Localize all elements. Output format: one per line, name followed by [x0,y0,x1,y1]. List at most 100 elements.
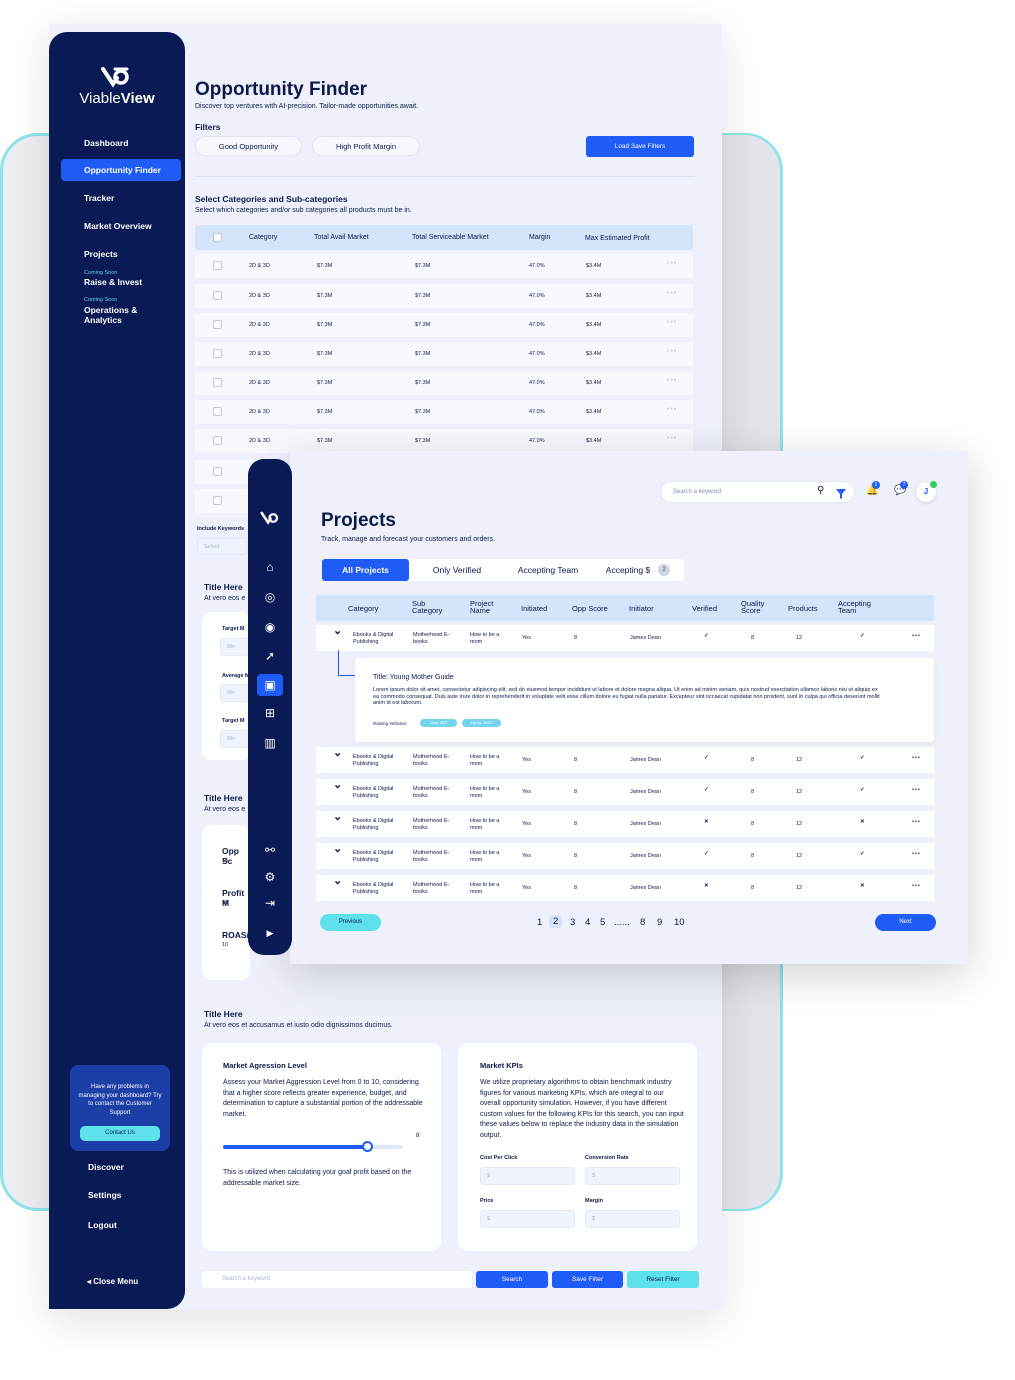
load-save-filters-button[interactable]: Load Save Filters [586,136,694,157]
row-more-icon[interactable]: ••• [667,377,677,384]
next-button[interactable]: Next [875,914,936,931]
target-min-input[interactable]: Min [220,730,250,748]
sidebar-item-raise-invest[interactable]: Raise & Invest [84,277,142,287]
row-checkbox[interactable] [213,467,222,476]
conversion-rate-input[interactable]: $ [585,1167,680,1185]
target-min-input[interactable]: Min [220,638,250,656]
filter-pill-high-profit-margin[interactable]: High Profit Margin [312,136,420,156]
cpc-input[interactable]: $ [480,1167,575,1185]
row-checkbox[interactable] [213,261,222,270]
row-checkbox[interactable] [213,496,222,505]
row-more-icon[interactable]: ••• [667,348,677,355]
eye-icon[interactable]: ◉ [262,619,278,635]
chevron-down-icon[interactable]: ⌄ [333,876,342,886]
check-icon: ✓ [704,851,709,857]
row-checkbox[interactable] [213,291,222,300]
row-checkbox[interactable] [213,407,222,416]
chevron-down-icon[interactable]: ⌄ [333,626,342,636]
row-more-icon[interactable]: ••• [912,755,921,762]
filter-pill-good-opportunity[interactable]: Good Opportunity [195,136,302,156]
aggression-slider-track[interactable] [223,1141,403,1152]
price-label: Price [480,1198,494,1204]
sidebar-item-tracker[interactable]: Tracker [61,187,181,209]
chevron-down-icon[interactable]: ⌄ [333,812,342,822]
check-icon: ✓ [860,787,865,793]
controller-icon[interactable]: ⚯ [262,842,278,858]
sidebar-item-dashboard[interactable]: Dashboard [61,132,181,154]
page-number[interactable]: 4 [585,917,590,928]
sidebar-item-projects[interactable]: Projects [61,243,181,265]
table-row[interactable]: ⌄ Ebooks & Digital Publishing Motherhood E… [316,779,934,805]
row-more-icon[interactable]: ••• [667,260,677,267]
box-icon[interactable]: ▣ [257,674,283,696]
page-number[interactable]: 1 [537,917,542,928]
table-row[interactable]: ⌄ Ebooks & Digital Publishing Motherhood E… [316,625,934,651]
table-row [195,460,255,484]
row-more-icon[interactable]: ••• [912,883,921,890]
chevron-down-icon[interactable]: ⌄ [333,748,342,758]
page-title: Opportunity Finder [195,79,368,100]
table-row[interactable]: ⌄ Ebooks & Digital Publishing Motherhood E… [316,811,934,837]
row-more-icon[interactable]: ••• [667,290,677,297]
page-number[interactable]: 10 [674,917,685,928]
aggression-slider-handle[interactable] [362,1141,373,1152]
page-number[interactable]: 8 [640,917,645,928]
cell-sub-category: Motherhood E-books [413,850,450,863]
page-subtitle: Discover top ventures with AI-precision.… [195,103,419,110]
close-menu-button[interactable]: ◂ Close Menu [87,1277,138,1286]
sidebar-item-operations-analytics[interactable]: Operations & Analytics [84,305,154,325]
row-more-icon[interactable]: ••• [667,406,677,413]
tab-only-verified[interactable]: Only Verified [417,559,497,581]
sidebar-item-logout[interactable]: Logout [88,1220,117,1230]
page-number[interactable]: 3 [570,917,575,928]
gear-icon[interactable]: ⚙ [262,869,278,885]
keywords-select[interactable]: Select [197,538,247,555]
tab-all-projects[interactable]: All Projects [322,559,409,581]
chevron-down-icon[interactable]: ⌄ [333,844,342,854]
row-more-icon[interactable]: ••• [912,633,921,640]
page-number[interactable]: 2 [549,915,563,928]
table-row[interactable]: ⌄ Ebooks & Digital Publishing Motherhood E… [316,875,934,901]
select-all-checkbox[interactable] [213,233,222,242]
projects-search-input[interactable]: Search a keyword [660,481,855,503]
bottom-search-input[interactable]: Search a keyword [202,1271,472,1288]
save-filter-button[interactable]: Save Filter [552,1271,623,1288]
row-more-icon[interactable]: ••• [912,787,921,794]
rocket-icon[interactable]: ➚ [262,648,278,664]
tab-accepting-money[interactable]: Accepting $ [600,559,656,581]
row-more-icon[interactable]: ••• [912,851,921,858]
contact-us-button[interactable]: Contact Us [80,1126,160,1141]
page-number[interactable]: 5 [600,917,605,928]
target-icon[interactable]: ◎ [262,589,278,605]
tab-accepting-team[interactable]: Accepting Team [506,559,590,581]
row-checkbox[interactable] [213,378,222,387]
sidebar-item-opportunity-finder[interactable]: Opportunity Finder [61,159,181,181]
play-icon[interactable]: ▶ [262,925,278,941]
table-row[interactable]: ⌄ Ebooks & Digital Publishing Motherhood E… [316,843,934,869]
sidebar-item-market-overview[interactable]: Market Overview [61,215,181,237]
row-checkbox[interactable] [213,436,222,445]
search-icon[interactable]: ⚲ [817,485,824,496]
row-more-icon[interactable]: ••• [667,319,677,326]
filter-icon[interactable] [836,486,846,499]
average-min-input[interactable]: Min [220,684,250,702]
logout-icon[interactable]: ⇥ [262,895,278,911]
sidebar-item-discover[interactable]: Discover [88,1162,124,1172]
previous-button[interactable]: Previous [320,914,381,931]
home-icon[interactable]: ⌂ [262,559,278,575]
table-row[interactable]: ⌄ Ebooks & Digital Publishing Motherhood E… [316,747,934,773]
check-icon: ✓ [704,787,709,793]
reset-filter-button[interactable]: Reset Filter [627,1271,699,1288]
row-more-icon[interactable]: ••• [912,819,921,826]
network-icon[interactable]: ⊞ [262,705,278,721]
row-more-icon[interactable]: ••• [667,435,677,442]
row-checkbox[interactable] [213,320,222,329]
analytics-icon[interactable]: ▥ [262,735,278,751]
page-number[interactable]: 9 [657,917,662,928]
search-button[interactable]: Search [476,1271,548,1288]
row-checkbox[interactable] [213,349,222,358]
chevron-down-icon[interactable]: ⌄ [333,780,342,790]
price-input[interactable]: $ [480,1210,575,1228]
margin-input[interactable]: $ [585,1210,680,1228]
sidebar-item-settings[interactable]: Settings [88,1190,122,1200]
